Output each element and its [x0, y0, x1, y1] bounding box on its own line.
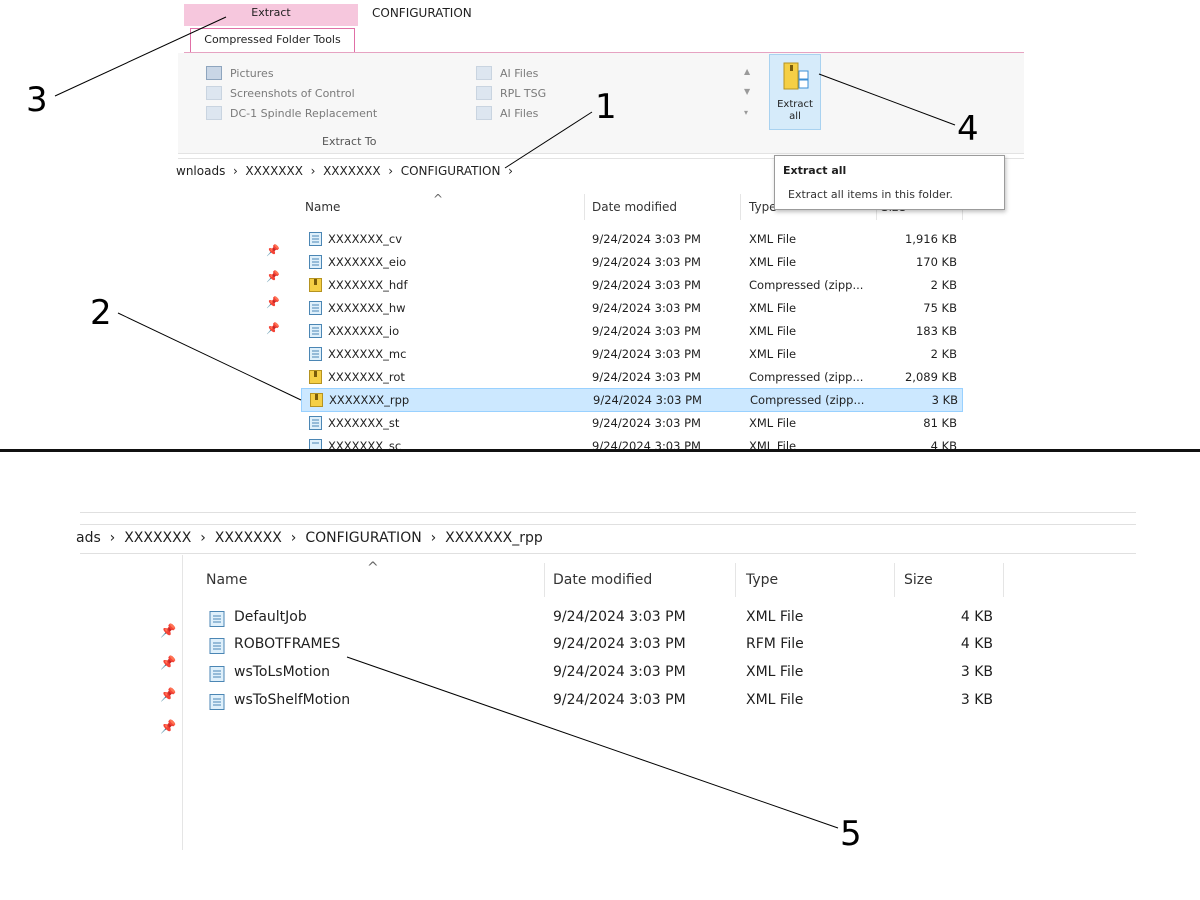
callout-number: 1: [595, 87, 617, 127]
callout-line-5: [346, 656, 839, 829]
callout-line-2: [117, 312, 302, 401]
callout-number: 2: [90, 293, 112, 333]
callout-number: 5: [840, 814, 862, 854]
callout-number: 3: [26, 80, 48, 120]
callout-line-4: [818, 73, 956, 126]
callout-line-1: [504, 111, 593, 169]
callout-line-3: [54, 16, 227, 97]
callout-number: 4: [957, 109, 979, 149]
callout-leader-lines: [54, 16, 956, 829]
